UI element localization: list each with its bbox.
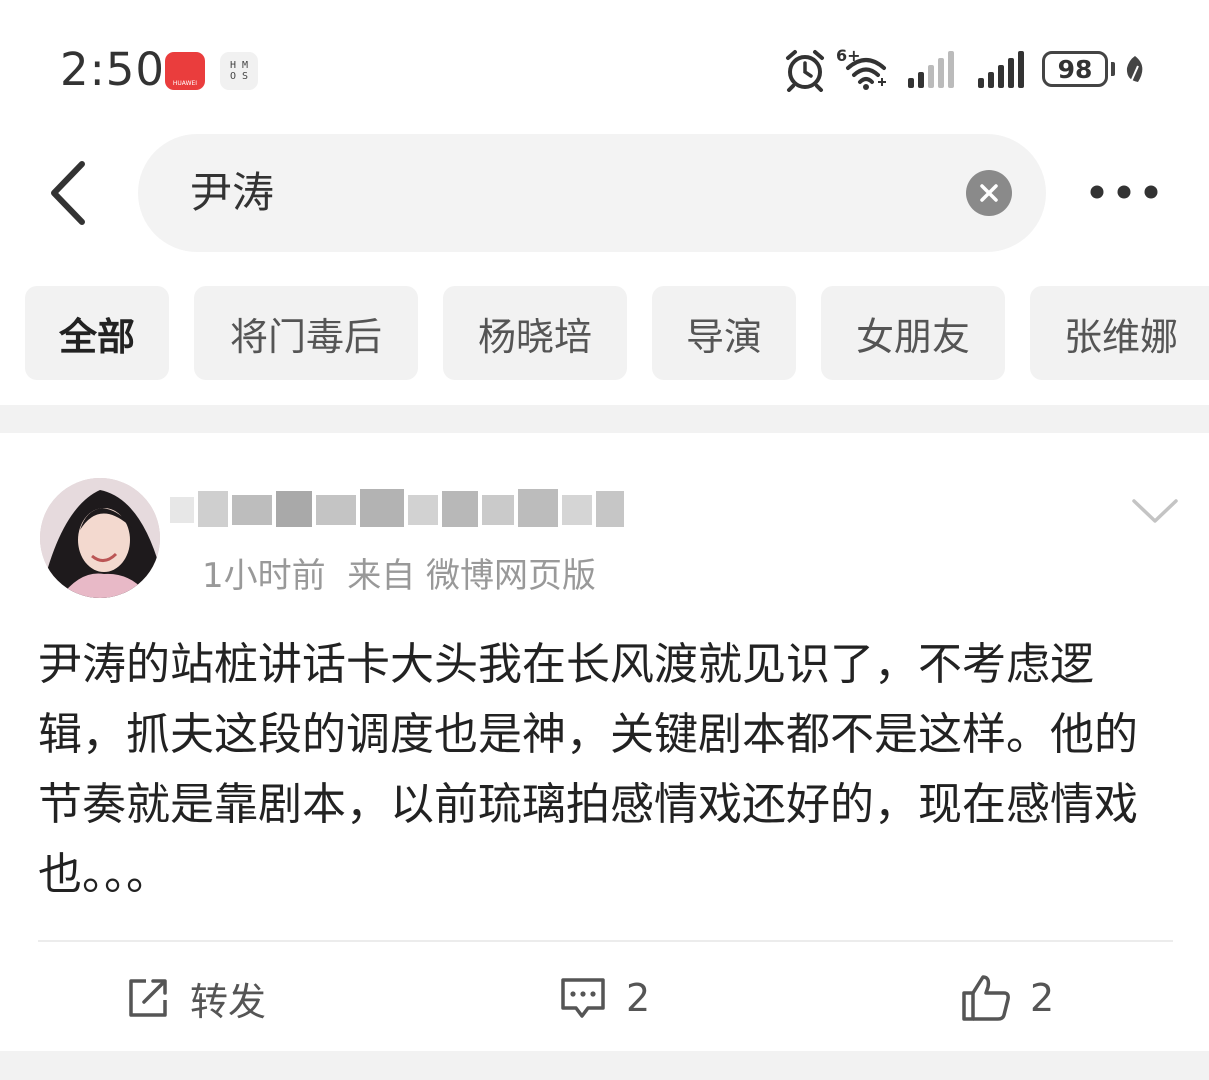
post-text[interactable]: 尹涛的站桩讲话卡大头我在长风渡就见识了，不考虑逻辑，抓夫这段的调度也是神，关键剧… [38,630,1163,910]
divider [38,940,1173,942]
signal-icon-sim1 [908,51,954,88]
like-count: 2 [1030,976,1055,1020]
hmos-icon: H M O S [220,52,258,90]
close-icon [980,184,998,202]
comment-icon [561,978,605,1018]
comment-button[interactable]: 2 [558,968,650,1028]
comment-count: 2 [626,976,651,1020]
tab-jiangmen-duhou[interactable]: 将门毒后 [194,286,418,380]
tab-yang-xiaopei[interactable]: 杨晓培 [443,286,627,380]
status-time: 2:50 [60,43,166,96]
avatar-photo [40,478,160,598]
repost-icon [129,979,167,1017]
wifi-icon [846,58,886,90]
username-blurred[interactable] [170,485,630,535]
repost-button[interactable]: 转发 [124,968,266,1028]
repost-label: 转发 [190,979,267,1024]
chevron-down-icon[interactable] [1130,495,1180,525]
avatar[interactable] [40,478,160,598]
post-meta: 1小时前 来自 微博网页版 [202,556,597,596]
clear-search-button[interactable] [966,170,1012,216]
battery-indicator: 98 [1042,51,1108,87]
search-input[interactable]: 尹涛 [190,166,274,220]
tab-girlfriend[interactable]: 女朋友 [821,286,1005,380]
like-button[interactable]: 2 [960,968,1054,1028]
tab-all[interactable]: 全部 [25,286,169,380]
back-arrow-icon[interactable] [44,158,94,228]
tab-director[interactable]: 导演 [652,286,796,380]
more-options-icon[interactable] [1088,182,1160,202]
huawei-app-icon: HUAWEI [165,52,205,90]
battery-cap [1111,62,1115,76]
thumbs-up-icon [962,975,1010,1021]
tab-zhang-weina[interactable]: 张维娜 [1030,286,1209,380]
signal-icon-sim2 [978,51,1024,88]
leaf-icon [1126,56,1143,85]
alarm-icon [786,50,824,92]
search-bar[interactable]: 尹涛 [138,134,1046,252]
